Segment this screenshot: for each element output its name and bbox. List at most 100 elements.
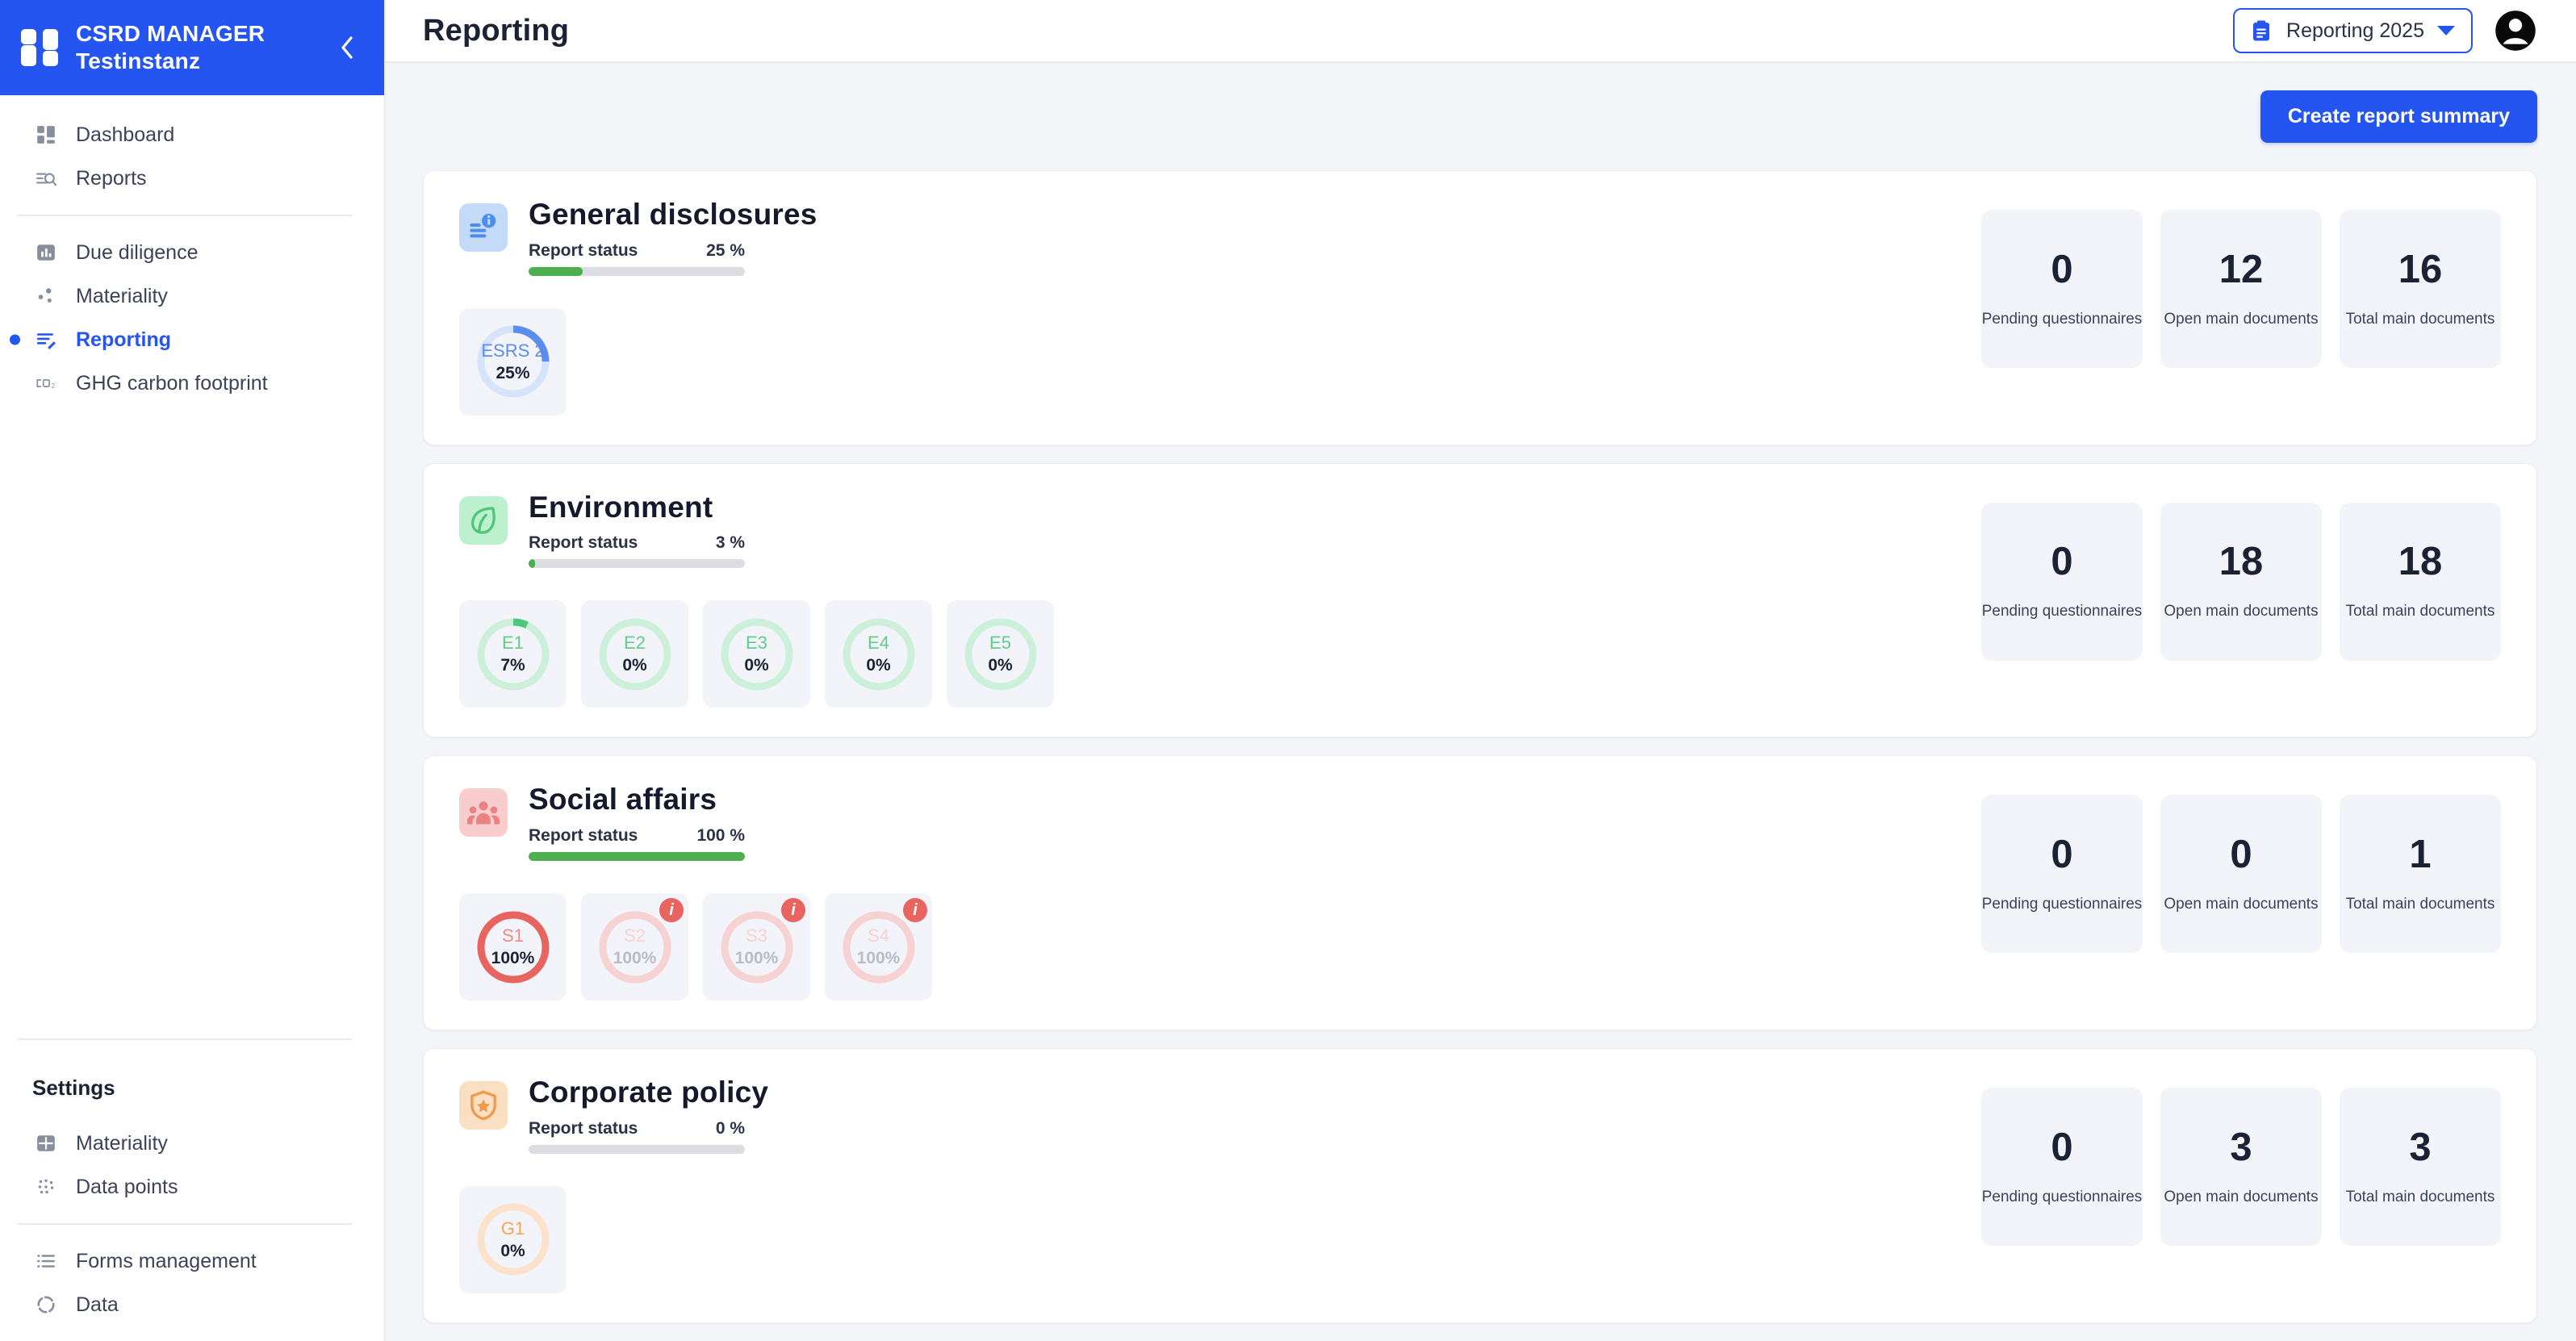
dashboard-icon	[32, 121, 60, 148]
sidebar-item-data-points[interactable]: Data points	[0, 1165, 384, 1209]
donut-text: E5 0%	[962, 616, 1039, 693]
sidebar-item-reports[interactable]: Reports	[0, 157, 384, 200]
category-stats: 0 Pending questionnaires 0 Open main doc…	[1981, 783, 2501, 954]
stat-value: 16	[2398, 247, 2443, 291]
category-card-header: Corporate policy Report status 0 %	[459, 1076, 768, 1154]
report-status-bar	[529, 559, 745, 569]
brand-subtitle: Testinstanz	[76, 48, 201, 73]
report-status-bar	[529, 266, 745, 276]
sidebar-item-materiality[interactable]: Materiality	[0, 274, 384, 318]
leaf-icon	[459, 495, 508, 545]
chevron-down-icon	[2437, 26, 2455, 36]
donut-text: ESRS 2 25%	[475, 323, 552, 400]
account-circle-icon[interactable]	[2494, 9, 2537, 52]
category-card-left: Corporate policy Report status 0 % G1 0%	[459, 1076, 768, 1293]
donut-percent: 0%	[500, 1241, 525, 1260]
category-card-header: Social affairs Report status 100 %	[459, 783, 932, 862]
stat-pending-questionnaires: 0 Pending questionnaires	[1981, 210, 2143, 368]
category-stats: 0 Pending questionnaires 3 Open main doc…	[1981, 1076, 2501, 1247]
donut-tile[interactable]: E5 0%	[947, 600, 1054, 708]
sidebar-item-label: Data points	[76, 1175, 178, 1198]
category-card-header: General disclosures Report status 25 %	[459, 198, 818, 276]
donut-tile[interactable]: i S4 100%	[825, 893, 932, 1001]
stat-label: Open main documents	[2164, 310, 2319, 328]
sidebar-item-data[interactable]: Data	[0, 1283, 384, 1326]
donut-percent: 100%	[856, 949, 901, 968]
category-card: Corporate policy Report status 0 % G1 0%…	[423, 1048, 2537, 1323]
donut-percent: 0%	[866, 656, 891, 675]
donut-tile[interactable]: G1 0%	[459, 1185, 567, 1293]
sidebar-item-dashboard[interactable]: Dashboard	[0, 113, 384, 157]
donut-code: S2	[624, 925, 646, 946]
donut-code: S3	[746, 925, 767, 946]
sidebar-item-label: Forms management	[76, 1249, 257, 1272]
stat-pending-questionnaires: 0 Pending questionnaires	[1981, 795, 2143, 954]
donut-percent: 7%	[500, 656, 525, 675]
donut-tile[interactable]: E4 0%	[825, 600, 932, 708]
donut-text: S4 100%	[840, 909, 918, 986]
sidebar-item-due-diligence[interactable]: Due diligence	[0, 231, 384, 274]
stat-label: Total main documents	[2345, 895, 2495, 913]
stat-label: Total main documents	[2345, 603, 2495, 620]
stat-label: Pending questionnaires	[1981, 310, 2143, 328]
category-card-heading-block: Corporate policy Report status 0 %	[529, 1076, 768, 1154]
stat-total-main-documents: 1 Total main documents	[2340, 795, 2501, 954]
stat-label: Open main documents	[2164, 895, 2319, 913]
sidebar-item-label: Data	[76, 1293, 119, 1316]
clipboard-icon	[2249, 19, 2273, 43]
report-status-row: Report status 3 %	[529, 533, 745, 553]
donut-text: E2 0%	[596, 616, 674, 693]
category-stats: 0 Pending questionnaires 12 Open main do…	[1981, 198, 2501, 368]
sidebar-item-label: Dashboard	[76, 123, 175, 146]
progress-donut: S2 100%	[596, 909, 674, 986]
report-status-label: Report status	[529, 1118, 638, 1138]
donut-tile[interactable]: ESRS 2 25%	[459, 307, 567, 416]
page-title: Reporting	[423, 13, 570, 48]
sidebar: CSRD MANAGER Testinstanz Dashboard Repor…	[0, 0, 386, 1341]
sidebar-item-reporting[interactable]: Reporting	[0, 318, 384, 361]
app-root: CSRD MANAGER Testinstanz Dashboard Repor…	[0, 0, 2576, 1341]
donut-code: ESRS 2	[481, 340, 545, 361]
stat-label: Total main documents	[2345, 310, 2495, 328]
sidebar-item-settings-materiality[interactable]: Materiality	[0, 1122, 384, 1165]
brand-header: CSRD MANAGER Testinstanz	[0, 0, 384, 95]
sidebar-item-label: Reporting	[76, 328, 172, 351]
sidebar-nav: Dashboard Reports Due diligence Material…	[0, 95, 384, 405]
sidebar-item-ghg-carbon-footprint[interactable]: 2 GHG carbon footprint	[0, 361, 384, 405]
stat-total-main-documents: 16 Total main documents	[2340, 210, 2501, 368]
donut-tile[interactable]: E3 0%	[703, 600, 810, 708]
category-card: Environment Report status 3 % E1 7% E2 0…	[423, 462, 2537, 738]
main-area: Reporting Reporting 2025 Create report s…	[386, 0, 2576, 1341]
stat-value: 3	[2409, 1125, 2432, 1169]
list-bullet-icon	[32, 1247, 60, 1275]
donut-text: E3 0%	[718, 616, 796, 693]
donut-tile[interactable]: i S3 100%	[703, 893, 810, 1001]
donut-tile[interactable]: i S2 100%	[581, 893, 688, 1001]
circle-dashed-icon	[32, 1291, 60, 1318]
sidebar-item-forms-management[interactable]: Forms management	[0, 1239, 384, 1283]
settings-heading: Settings	[32, 1076, 115, 1100]
scatter-dots-icon	[32, 282, 60, 310]
progress-donut: S3 100%	[718, 909, 796, 986]
category-card-list: General disclosures Report status 25 % E…	[423, 170, 2537, 1323]
sidebar-item-label: Due diligence	[76, 240, 199, 264]
reporting-period-select[interactable]: Reporting 2025	[2233, 8, 2473, 53]
donut-tile[interactable]: E2 0%	[581, 600, 688, 708]
report-status-percent: 100 %	[696, 826, 745, 846]
donut-percent: 100%	[613, 949, 657, 968]
category-card-left: Environment Report status 3 % E1 7% E2 0…	[459, 491, 1054, 708]
stat-label: Pending questionnaires	[1981, 1188, 2143, 1205]
report-status-percent: 25 %	[706, 240, 745, 260]
category-title: Social affairs	[529, 783, 717, 817]
donut-tile[interactable]: E1 7%	[459, 600, 567, 708]
donut-code: E4	[868, 633, 889, 654]
donut-tile[interactable]: S1 100%	[459, 893, 567, 1001]
donut-percent: 0%	[988, 656, 1013, 675]
top-bar: Reporting Reporting 2025	[386, 0, 2576, 63]
chevron-left-icon[interactable]	[331, 31, 363, 64]
topic-donut-list: ESRS 2 25%	[459, 307, 818, 416]
report-status-row: Report status 0 %	[529, 1119, 745, 1138]
donut-percent: 0%	[744, 656, 769, 675]
create-report-summary-button[interactable]: Create report summary	[2260, 90, 2537, 143]
donut-percent: 25%	[496, 363, 530, 382]
